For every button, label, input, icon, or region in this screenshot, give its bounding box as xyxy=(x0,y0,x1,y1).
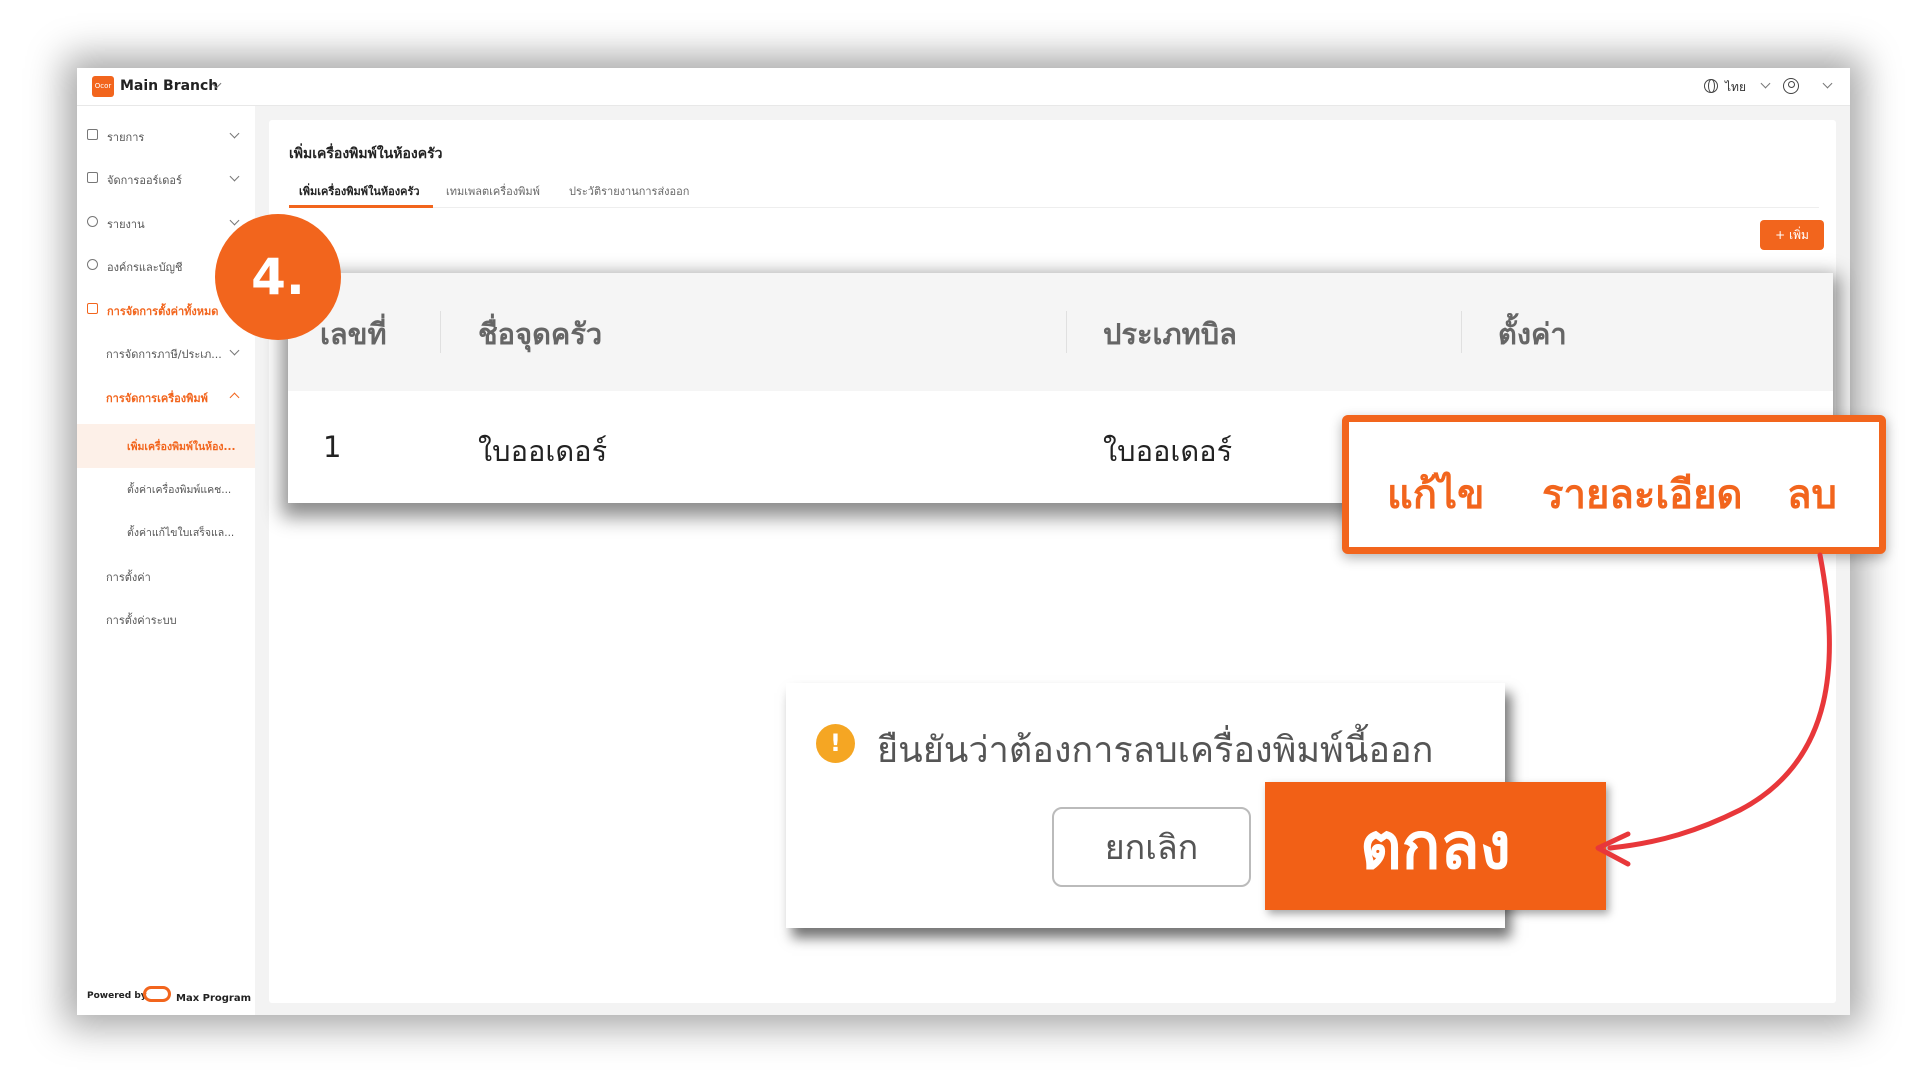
column-header-bill-type: ประเภทบิล xyxy=(1103,317,1237,351)
tab-export-history[interactable]: ประวัติรายงานการส่งออก xyxy=(569,182,689,200)
document-icon xyxy=(87,172,98,183)
cell-kitchen-name: ใบออเดอร์ xyxy=(478,434,608,468)
chevron-down-icon xyxy=(229,345,240,356)
sidebar-item-label: การตั้งค่า xyxy=(106,571,151,584)
branch-selector[interactable]: Main Branch xyxy=(120,78,218,94)
language-selector[interactable]: ไทย xyxy=(1725,78,1746,97)
page-title: เพิ่มเครื่องพิมพ์ในห้องครัว xyxy=(289,146,443,162)
powered-by-label: Powered by xyxy=(87,991,147,1001)
sidebar-item-label: การจัดการภาษี/ประเภ... xyxy=(106,348,222,361)
sidebar-item-receipt-settings[interactable]: ตั้งค่าแก้ไขใบเสร็จแล... xyxy=(77,516,255,546)
chevron-down-icon xyxy=(229,171,240,182)
column-header-kitchen-name: ชื่อจุดครัว xyxy=(478,317,603,351)
sidebar-item-settings[interactable]: การตั้งค่า xyxy=(77,560,255,590)
chevron-down-icon[interactable] xyxy=(1822,78,1833,89)
chevron-down-icon[interactable] xyxy=(1760,78,1771,89)
add-button[interactable]: + เพิ่ม xyxy=(1760,220,1824,250)
row-actions-callout: แก้ไข รายละเอียด ลบ xyxy=(1342,415,1886,554)
column-divider xyxy=(440,311,441,353)
top-bar: Ocor Main Branch ไทย xyxy=(77,68,1850,106)
sidebar-item-label: การจัดการตั้งค่าทั้งหมด xyxy=(107,305,219,318)
step-badge: 4. xyxy=(215,214,341,340)
chevron-down-icon xyxy=(229,128,240,139)
confirm-message: ยืนยันว่าต้องการลบเครื่องพิมพ์นี้ออก xyxy=(877,730,1434,771)
sidebar-item-label: การจัดการเครื่องพิมพ์ xyxy=(106,392,208,405)
active-tab-indicator xyxy=(289,205,433,208)
tab-kitchen-printer[interactable]: เพิ่มเครื่องพิมพ์ในห้องครัว xyxy=(299,182,420,200)
column-header-settings: ตั้งค่า xyxy=(1498,317,1567,351)
sidebar-item-orders[interactable]: จัดการออร์เดอร์ xyxy=(77,163,255,193)
list-icon xyxy=(87,129,98,140)
sidebar-item-system-settings[interactable]: การตั้งค่าระบบ xyxy=(77,603,255,633)
sidebar-item-label: รายการ xyxy=(107,131,145,144)
column-divider xyxy=(1066,311,1067,353)
sidebar-item-label: เพิ่มเครื่องพิมพ์ในห้อง... xyxy=(127,441,236,453)
user-icon[interactable] xyxy=(1783,78,1799,94)
max-program-brand: Max Program xyxy=(176,993,252,1004)
sidebar-item-label: ตั้งค่าเครื่องพิมพ์แคช... xyxy=(127,484,232,496)
sidebar-item-label: ตั้งค่าแก้ไขใบเสร็จแล... xyxy=(127,527,235,539)
tab-printer-template[interactable]: เทมเพลตเครื่องพิมพ์ xyxy=(446,182,540,200)
cell-number: 1 xyxy=(323,430,342,464)
edit-link[interactable]: แก้ไข xyxy=(1387,462,1484,526)
warning-icon: ! xyxy=(816,724,855,763)
users-icon xyxy=(87,259,98,270)
chevron-down-icon xyxy=(229,215,240,226)
cell-bill-type: ใบออเดอร์ xyxy=(1103,434,1233,468)
globe-icon[interactable] xyxy=(1704,79,1718,93)
cancel-button[interactable]: ยกเลิก xyxy=(1052,807,1251,887)
sidebar-item-reports[interactable]: รายงาน xyxy=(77,207,255,237)
sidebar-item-printers[interactable]: การจัดการเครื่องพิมพ์ xyxy=(77,381,255,411)
sidebar-item-cashier-printer[interactable]: ตั้งค่าเครื่องพิมพ์แคช... xyxy=(77,473,255,503)
sidebar-item-list[interactable]: รายการ xyxy=(77,120,255,150)
clock-icon xyxy=(87,216,98,227)
ok-button[interactable]: ตกลง xyxy=(1265,782,1606,910)
chevron-up-icon xyxy=(229,392,240,403)
table-header: เลขที่ ชื่อจุดครัว ประเภทบิล ตั้งค่า xyxy=(288,273,1833,391)
tab-bar: เพิ่มเครื่องพิมพ์ในห้องครัว เทมเพลตเครื่… xyxy=(289,178,1819,208)
sidebar-item-label: จัดการออร์เดอร์ xyxy=(107,174,182,187)
sidebar-item-label: การตั้งค่าระบบ xyxy=(106,614,177,627)
column-divider xyxy=(1461,311,1462,353)
sidebar-item-tax[interactable]: การจัดการภาษี/ประเภ... xyxy=(77,337,255,367)
delete-link[interactable]: ลบ xyxy=(1787,462,1837,526)
detail-link[interactable]: รายละเอียด xyxy=(1542,462,1743,526)
settings-icon xyxy=(87,303,98,314)
max-program-logo xyxy=(143,986,171,1002)
sidebar-item-kitchen-printer[interactable]: เพิ่มเครื่องพิมพ์ในห้อง... xyxy=(77,424,255,468)
sidebar-item-label: องค์กรและบัญชี xyxy=(107,261,183,274)
app-logo: Ocor xyxy=(92,76,114,97)
sidebar-item-label: รายงาน xyxy=(107,218,145,231)
column-header-number: เลขที่ xyxy=(320,317,387,351)
